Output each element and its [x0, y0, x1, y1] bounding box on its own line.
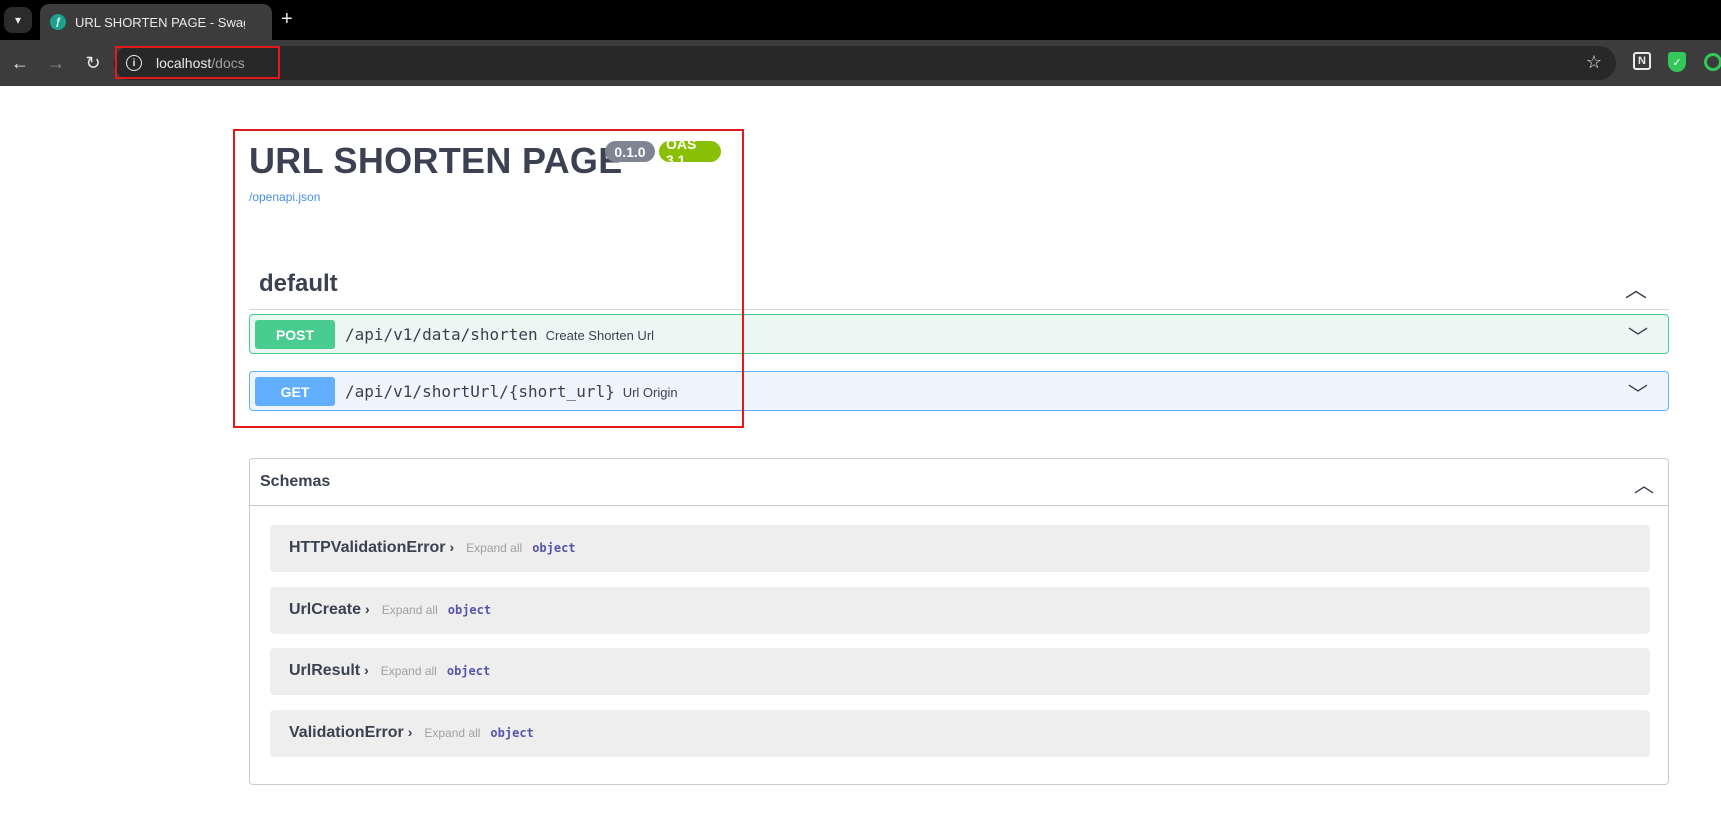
chevron-up-icon[interactable]: ︿: [1634, 469, 1654, 498]
schema-model-name[interactable]: ValidationError › Expand all object: [289, 724, 534, 742]
schema-name: UrlResult: [289, 662, 361, 679]
schemas-title: Schemas: [260, 473, 331, 490]
schema-model-row[interactable]: UrlResult › Expand all object: [270, 648, 1650, 695]
schema-name: UrlCreate: [289, 601, 362, 618]
schemas-header[interactable]: Schemas ︿: [250, 459, 1668, 506]
tab-title: URL SHORTEN PAGE - Swagger UI: [75, 14, 245, 30]
chevron-right-icon: ›: [365, 601, 370, 617]
schema-type: object: [490, 726, 534, 740]
expand-all-button[interactable]: Expand all: [382, 603, 438, 617]
chevron-right-icon: ›: [364, 662, 369, 678]
chevron-up-icon[interactable]: ︿: [1625, 272, 1647, 304]
active-tab[interactable]: ƒ URL SHORTEN PAGE - Swagger UI: [40, 4, 272, 40]
chevron-right-icon: ›: [407, 724, 413, 740]
reload-icon[interactable]: ↻: [81, 51, 105, 75]
browser-tab-bar: ▾ ƒ URL SHORTEN PAGE - Swagger UI +: [0, 0, 1721, 40]
chevron-down-icon[interactable]: ﹀: [1628, 378, 1648, 407]
expand-all-button[interactable]: Expand all: [381, 664, 437, 678]
schema-model-row[interactable]: ValidationError › Expand all object: [270, 710, 1650, 757]
schemas-section: Schemas ︿ HTTPValidationError › Expand all…: [249, 458, 1669, 785]
bookmark-star-icon[interactable]: ☆: [1586, 52, 1602, 73]
schema-type: object: [532, 541, 576, 555]
back-arrow-icon[interactable]: ←: [8, 51, 32, 75]
highlight-box-main: [233, 129, 744, 428]
expand-all-button[interactable]: Expand all: [466, 541, 522, 555]
chevron-right-icon: ›: [449, 539, 455, 555]
circle-extension-icon[interactable]: [1704, 53, 1721, 71]
chevron-down-icon[interactable]: ﹀: [1628, 321, 1648, 350]
schema-name: HTTPValidationError: [289, 539, 446, 556]
notion-extension-icon[interactable]: N: [1633, 52, 1651, 70]
schema-name: ValidationError: [289, 724, 404, 741]
schema-model-row[interactable]: UrlCreate › Expand all object: [270, 587, 1650, 634]
highlight-box-url: [115, 46, 280, 79]
forward-arrow-icon[interactable]: →: [44, 51, 68, 75]
expand-all-button[interactable]: Expand all: [424, 726, 480, 740]
schema-model-name[interactable]: HTTPValidationError › Expand all object: [289, 539, 576, 557]
schema-model-row[interactable]: HTTPValidationError › Expand all object: [270, 525, 1650, 572]
shield-extension-icon[interactable]: ✓: [1668, 52, 1686, 72]
address-bar[interactable]: i localhost/docs ☆: [114, 46, 1616, 80]
schema-type: object: [446, 664, 491, 678]
schema-model-name[interactable]: UrlResult › Expand all object: [289, 662, 490, 680]
tab-list-chevron-icon[interactable]: ▾: [4, 7, 32, 33]
schema-type: object: [447, 603, 492, 617]
swagger-favicon-icon: ƒ: [50, 14, 66, 30]
schema-model-name[interactable]: UrlCreate › Expand all object: [289, 601, 491, 619]
new-tab-plus-icon[interactable]: +: [281, 8, 293, 31]
